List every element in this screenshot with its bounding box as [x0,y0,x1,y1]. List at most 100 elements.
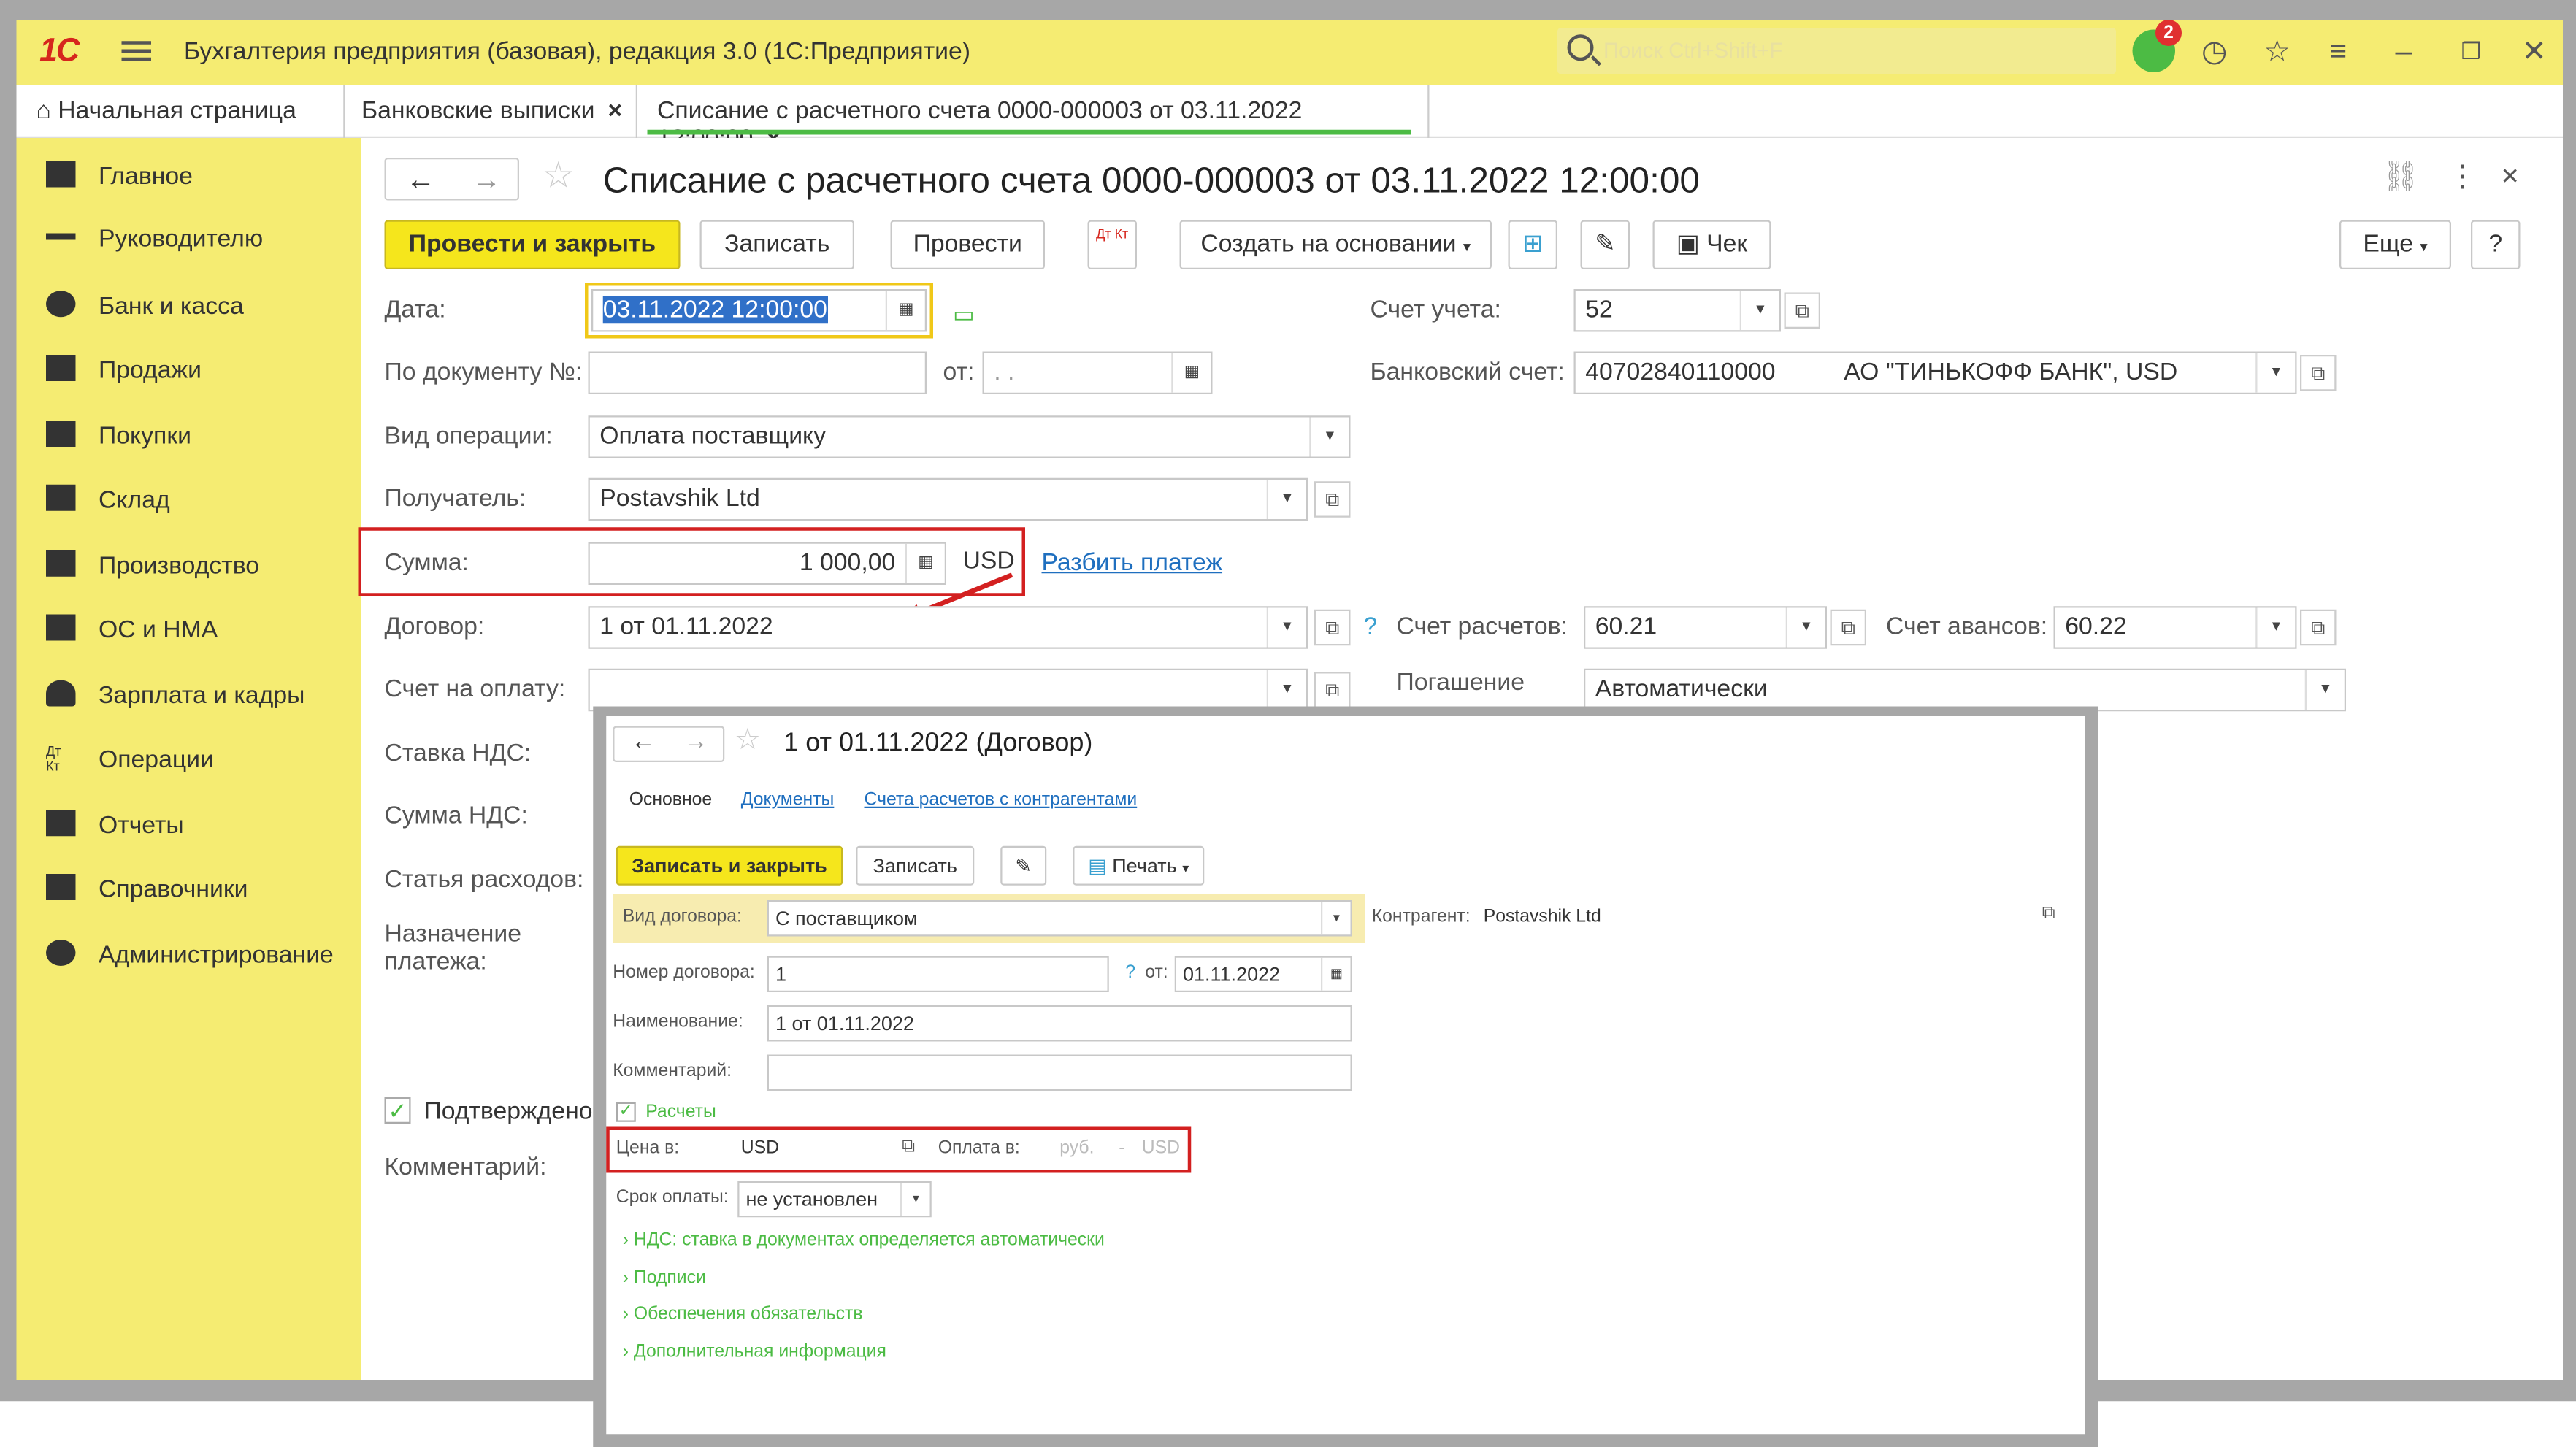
dropdown-icon[interactable]: ▾ [1785,607,1825,648]
optype-select[interactable]: Оплата поставщику ▾ [588,415,1351,458]
dropdown-icon[interactable]: ▾ [1266,670,1306,710]
sidebar-item-director[interactable]: Руководителю [46,225,263,271]
recipient-field[interactable]: Postavshik Ltd ▾ [588,477,1308,521]
save-close-button[interactable]: Записать и закрыть [616,845,843,886]
section-signatures[interactable]: › Подписи [623,1268,706,1288]
sidebar-item-sales[interactable]: Продажи [46,355,202,401]
help-button[interactable]: ? [2471,220,2521,269]
invoice-field[interactable]: ▾ [588,668,1308,712]
post-close-button[interactable]: Провести и закрыть [384,220,681,269]
open-icon[interactable]: ⧉ [1314,672,1351,708]
more-button[interactable]: Еще ▾ [2339,220,2451,269]
sidebar-item-salary[interactable]: Зарплата и кадры [46,680,304,726]
sidebar-item-bank[interactable]: Банк и касса [46,291,244,337]
contract-date-field[interactable]: 01.11.2022 ▦ [1174,956,1352,992]
settle-account-field[interactable]: 60.21 ▾ [1584,606,1827,649]
dropdown-icon[interactable]: ▾ [1739,291,1779,331]
tab-bank-statements[interactable]: Банковские выписки × [345,85,637,138]
payment-rub[interactable]: руб. [1059,1138,1094,1158]
favorites-icon[interactable]: ☆ [2264,33,2291,69]
split-payment-link[interactable]: Разбить платеж [1042,549,1223,577]
restore-icon[interactable]: ❐ [2461,33,2482,69]
calendar-icon[interactable]: ▦ [1171,353,1211,393]
sidebar-item-assets[interactable]: ОС и НМА [46,614,218,661]
open-icon[interactable]: ⧉ [1314,609,1351,646]
close-form-icon[interactable]: ✕ [2501,158,2520,194]
price-currency-field[interactable]: USD [741,1138,779,1158]
close-window-icon[interactable]: ✕ [2522,33,2547,69]
more-vert-icon[interactable]: ⋮ [2448,158,2478,194]
dropdown-icon[interactable]: ▾ [1309,417,1349,457]
advance-account-field[interactable]: 60.22 ▾ [2053,606,2297,649]
help-question-icon[interactable]: ? [1125,963,1135,983]
contract-field[interactable]: 1 от 01.11.2022 ▾ [588,606,1308,649]
forward-icon[interactable]: → [472,163,502,197]
history-icon[interactable]: ◷ [2201,33,2227,69]
dropdown-icon[interactable]: ▾ [1266,607,1306,648]
minimize-icon[interactable]: – [2396,33,2412,69]
sidebar-item-production[interactable]: Производство [46,550,259,596]
dropdown-icon[interactable]: ▾ [2304,670,2345,710]
dtkt-button[interactable]: Дт Кт [1087,220,1137,269]
calendar-icon[interactable]: ▦ [885,291,925,331]
payment-usd[interactable]: USD [1142,1138,1180,1158]
save-button[interactable]: Записать [856,845,975,886]
section-additional[interactable]: › Дополнительная информация [623,1342,886,1362]
dropdown-icon[interactable]: ▾ [1321,902,1351,935]
notifications-icon[interactable]: 2 [2132,20,2182,72]
dropdown-icon[interactable]: ▾ [2255,607,2295,648]
contract-num-field[interactable]: 1 [767,956,1109,992]
popup-comment-field[interactable] [767,1054,1352,1091]
open-icon[interactable]: ⧉ [2300,355,2337,391]
section-guarantees[interactable]: › Обеспечения обязательств [623,1305,863,1324]
tab-document[interactable]: Списание с расчетного счета 0000-000003 … [637,85,1430,153]
help-question-icon[interactable]: ? [1364,613,1378,640]
open-icon[interactable]: ⧉ [1830,609,1866,646]
sidebar-item-purchases[interactable]: Покупки [46,421,191,467]
contract-name-field[interactable]: 1 от 01.11.2022 [767,1005,1352,1042]
settlements-checkbox[interactable]: ✓ [616,1102,636,1122]
open-icon[interactable]: ⧉ [1314,481,1351,518]
dropdown-icon[interactable]: ▾ [2255,353,2295,393]
account-field[interactable]: 52 ▾ [1573,289,1781,332]
date-field[interactable]: 03.11.2022 12:00:00 ▦ [591,289,927,332]
partner-value[interactable]: Postavshik Ltd [1484,907,1601,926]
payment-term-select[interactable]: не установлен ▾ [737,1181,932,1218]
back-icon[interactable]: ← [631,728,656,756]
menu-icon[interactable] [121,37,151,66]
open-icon[interactable]: ⧉ [2300,609,2337,646]
tab-settlement-accounts[interactable]: Счета расчетов с контрагентами [865,790,1138,810]
sidebar-item-admin[interactable]: Администрирование [46,940,334,986]
tab-documents[interactable]: Документы [741,790,835,810]
close-tab-icon[interactable]: × [608,97,623,125]
sidebar-item-main[interactable]: Главное [46,161,193,207]
dropdown-icon[interactable]: ▾ [1266,480,1306,519]
open-icon[interactable]: ⧉ [2042,904,2055,925]
confirmed-checkbox[interactable]: ✓ [384,1097,411,1124]
docdate-field[interactable]: . . ▦ [982,351,1213,394]
functions-menu-icon[interactable]: ≡ [2330,33,2347,69]
docnum-field[interactable] [588,351,927,394]
sidebar-item-operations[interactable]: Дт Кт Операции [46,744,214,790]
save-button[interactable]: Записать [699,220,854,269]
structure-icon[interactable]: ⊞ [1508,220,1557,269]
attach-icon[interactable]: ✎ [1000,845,1047,886]
open-icon[interactable]: ⧉ [1784,292,1820,329]
check-button[interactable]: ▣ Чек [1652,220,1771,269]
calendar-icon[interactable]: ▦ [1321,957,1351,991]
tab-home[interactable]: ⌂ Начальная страница [17,85,345,138]
favorite-star-icon[interactable]: ☆ [735,723,761,757]
post-button[interactable]: Провести [890,220,1045,269]
back-icon[interactable]: ← [406,163,436,197]
print-button[interactable]: ▤ Печать ▾ [1073,845,1205,886]
contract-type-select[interactable]: С поставщиком ▾ [767,900,1352,937]
search-input[interactable]: Поиск Ctrl+Shift+F [1557,28,2116,74]
dropdown-icon[interactable]: ▾ [900,1183,930,1216]
bank-account-field[interactable]: 40702840110000 АО "ТИНЬКОФФ БАНК", USD ▾ [1573,351,2297,394]
sidebar-item-warehouse[interactable]: Склад [46,484,170,531]
tab-main[interactable]: Основное [629,790,712,810]
sidebar-item-catalogs[interactable]: Справочники [46,874,248,920]
attach-icon[interactable]: ✎ [1580,220,1630,269]
link-icon[interactable]: ⛓ [2383,158,2420,194]
sidebar-item-reports[interactable]: Отчеты [46,810,184,856]
